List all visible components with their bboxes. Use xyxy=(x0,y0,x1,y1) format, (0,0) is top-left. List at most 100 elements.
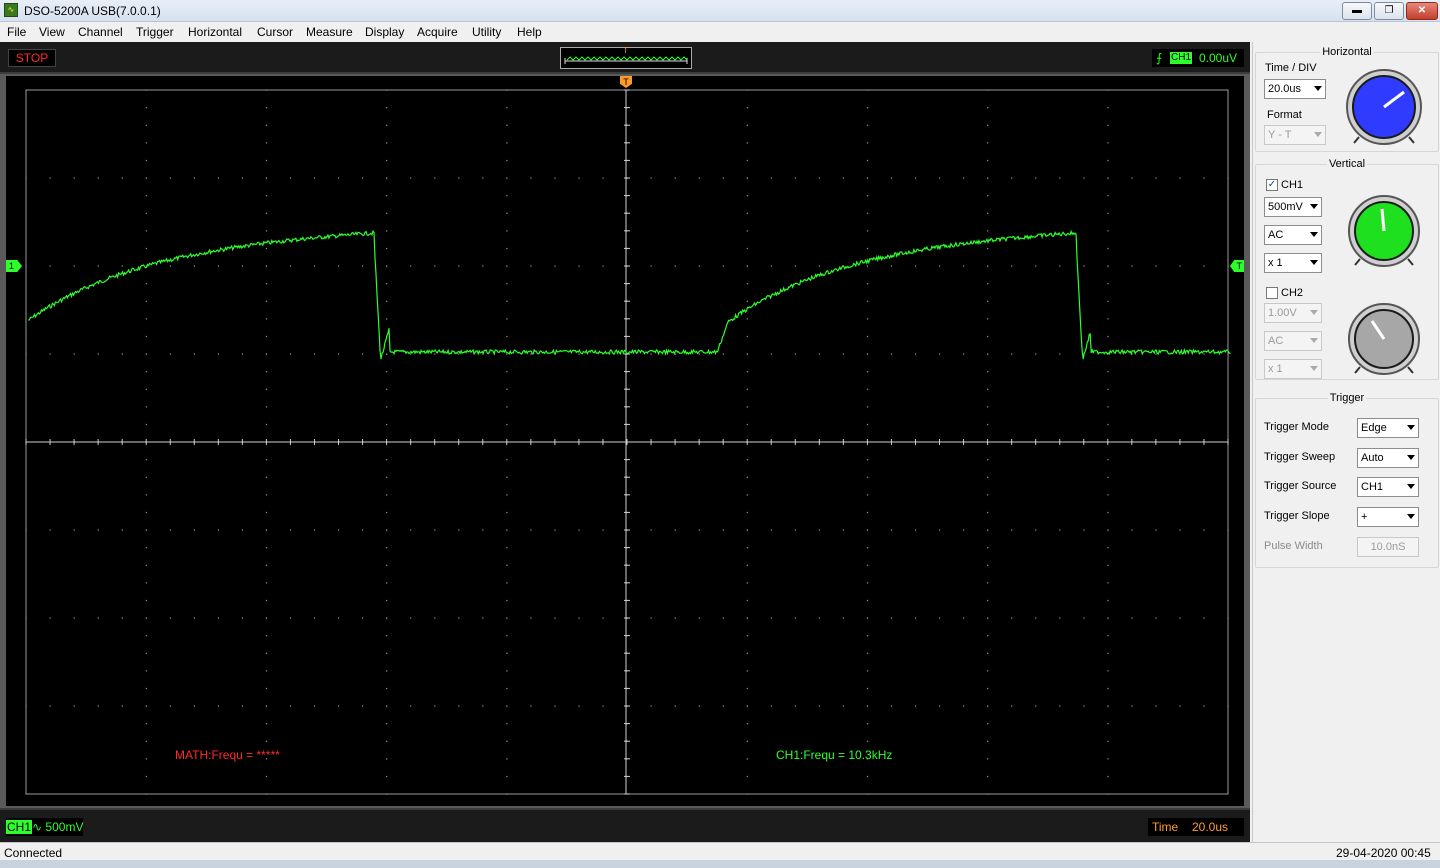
trigger-sweep-label: Trigger Sweep xyxy=(1264,451,1336,463)
restore-button[interactable]: ❐ xyxy=(1374,2,1404,20)
grid-dot xyxy=(987,687,989,690)
grid-dot xyxy=(722,617,724,619)
grid-dot xyxy=(289,265,292,267)
grid-dot xyxy=(746,177,748,179)
format-select[interactable]: Y - T xyxy=(1264,125,1326,145)
ch2-coupling-select[interactable]: AC xyxy=(1264,331,1322,351)
ch2-checkbox[interactable] xyxy=(1266,287,1278,299)
grid-dot xyxy=(145,124,147,126)
grid-dot xyxy=(49,353,51,355)
grid-dot xyxy=(506,529,508,531)
grid-dot xyxy=(386,476,388,478)
trigger-source-select[interactable]: CH1 xyxy=(1357,477,1419,497)
ch2-volts-select[interactable]: 1.00V xyxy=(1264,303,1322,323)
timediv-select[interactable]: 20.0us xyxy=(1264,79,1326,99)
grid-dot xyxy=(674,617,676,619)
ch1-volts-select[interactable]: 500mV xyxy=(1264,197,1322,217)
grid-dot xyxy=(866,230,869,232)
grid-dot xyxy=(1227,177,1229,179)
grid-dot xyxy=(1107,652,1109,654)
grid-dot xyxy=(746,212,748,214)
grid-dot xyxy=(963,529,965,531)
grid-dot xyxy=(386,547,388,549)
grid-dot xyxy=(506,247,508,250)
grid-dot xyxy=(939,177,941,179)
ch2-volts-knob[interactable] xyxy=(1346,301,1422,377)
menu-file[interactable]: File xyxy=(7,25,26,39)
ch2-probe-select[interactable]: x 1 xyxy=(1264,359,1322,379)
run-stop-indicator[interactable]: STOP xyxy=(8,49,56,67)
grid-dot xyxy=(506,107,508,109)
grid-dot xyxy=(770,177,772,179)
grid-dot xyxy=(746,353,748,355)
grid-dot xyxy=(1107,177,1109,179)
grid-dot xyxy=(554,177,556,179)
grid-dot xyxy=(265,371,268,373)
pulse-width-value: 10.0nS xyxy=(1370,541,1406,553)
timebase-knob[interactable] xyxy=(1344,67,1424,147)
grid-dot xyxy=(1107,670,1109,672)
menu-channel[interactable]: Channel xyxy=(78,25,123,39)
grid-dot xyxy=(506,582,508,584)
grid-dot xyxy=(1107,740,1109,742)
close-button[interactable]: ✕ xyxy=(1406,2,1438,20)
grid-dot xyxy=(338,529,340,531)
grid-dot xyxy=(1107,159,1109,162)
grid-dot xyxy=(1227,705,1229,707)
scope-display[interactable]: T 1 T MATH:Frequ = ***** CH1:Frequ = 10.… xyxy=(6,76,1244,806)
grid-dot xyxy=(987,511,989,514)
grid-dot xyxy=(1107,635,1109,637)
ch1-probe-select[interactable]: x 1 xyxy=(1264,253,1322,273)
grid-dot xyxy=(265,406,268,408)
grid-dot xyxy=(1083,705,1085,707)
grid-dot xyxy=(289,617,292,619)
trigger-source-value: CH1 xyxy=(1361,481,1384,493)
grid-dot xyxy=(866,476,869,478)
grid-dot xyxy=(530,529,532,531)
grid-dot xyxy=(1107,564,1109,566)
menu-display[interactable]: Display xyxy=(365,25,404,39)
grid-dot xyxy=(458,529,460,531)
menu-acquire[interactable]: Acquire xyxy=(417,25,458,39)
grid-dot xyxy=(289,353,292,355)
trigger-slope-select[interactable]: + xyxy=(1357,507,1419,527)
pulse-width-field[interactable]: 10.0nS xyxy=(1357,537,1419,557)
grid-dot xyxy=(914,265,917,267)
grid-dot xyxy=(458,353,460,355)
menu-help[interactable]: Help xyxy=(517,25,542,39)
trigger-mode-value: Edge xyxy=(1361,422,1387,434)
grid-dot xyxy=(1059,177,1061,179)
menu-trigger[interactable]: Trigger xyxy=(136,25,174,39)
ch1-volts-knob[interactable] xyxy=(1346,193,1422,269)
menu-horizontal[interactable]: Horizontal xyxy=(188,25,242,39)
grid-dot xyxy=(866,652,869,654)
menu-cursor[interactable]: Cursor xyxy=(257,25,293,39)
grid-dot xyxy=(939,353,941,355)
menu-utility[interactable]: Utility xyxy=(472,25,501,39)
grid-dot xyxy=(1011,265,1013,267)
ch1-checkbox[interactable]: ✓ xyxy=(1266,179,1278,191)
grid-dot xyxy=(1155,353,1157,355)
grid-dot xyxy=(482,705,484,707)
ch1-coupling-select[interactable]: AC xyxy=(1264,225,1322,245)
grid-dot xyxy=(1203,705,1205,707)
ch1-waveform xyxy=(28,229,1231,360)
trigger-position-overview[interactable]: T xyxy=(560,46,692,69)
minimize-button[interactable]: ▬ xyxy=(1342,2,1372,20)
grid-dot xyxy=(674,529,676,531)
trigger-sweep-select[interactable]: Auto xyxy=(1357,448,1419,468)
grid-dot xyxy=(506,723,508,725)
menu-measure[interactable]: Measure xyxy=(306,25,353,39)
grid-dot xyxy=(578,529,580,531)
grid-dot xyxy=(1107,406,1109,408)
grid-dot xyxy=(49,177,51,179)
grid-dot xyxy=(746,124,748,126)
trigger-mode-select[interactable]: Edge xyxy=(1357,418,1419,438)
grid-dot xyxy=(1203,617,1205,619)
grid-dot xyxy=(386,159,388,162)
grid-dot xyxy=(650,177,652,179)
grid-dot xyxy=(506,494,508,496)
grid-dot xyxy=(97,617,99,619)
grid-dot xyxy=(506,159,508,162)
menu-view[interactable]: View xyxy=(39,25,65,39)
